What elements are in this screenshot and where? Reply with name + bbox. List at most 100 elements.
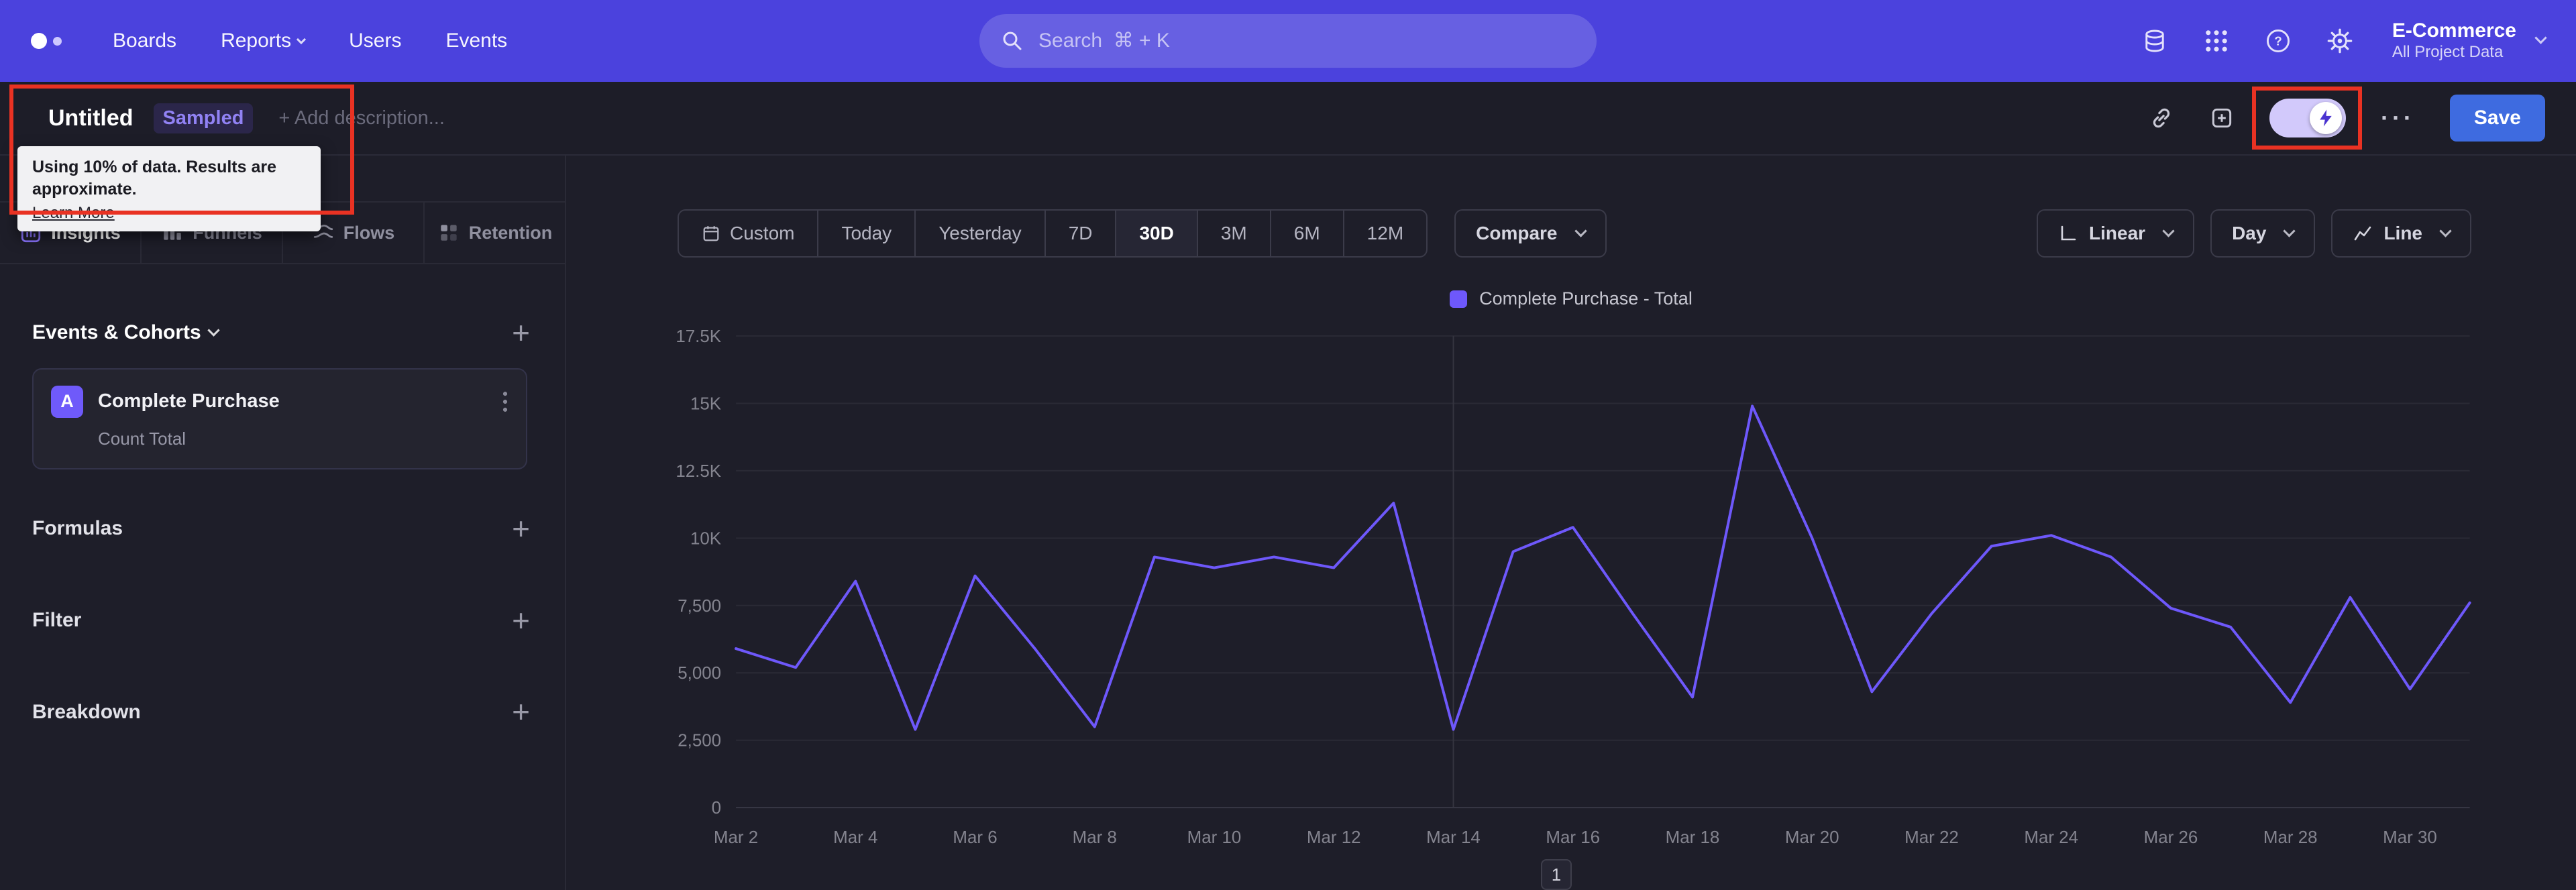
y-axis-label: 17.5K — [676, 327, 721, 346]
chevron-down-icon — [2534, 32, 2547, 45]
range-6m[interactable]: 6M — [1271, 211, 1344, 256]
scale-button[interactable]: Linear — [2037, 209, 2195, 258]
search-input[interactable] — [1038, 30, 1575, 52]
topnav-items: Boards Reports Users Events — [113, 30, 507, 52]
range-label-custom: Custom — [730, 223, 795, 243]
project-selector[interactable]: E-Commerce All Project Data — [2392, 19, 2547, 62]
range-7d[interactable]: 7D — [1046, 211, 1117, 256]
range-label-yesterday: Yesterday — [938, 223, 1022, 243]
section-breakdown: Breakdown + — [32, 697, 530, 728]
range-30d[interactable]: 30D — [1116, 211, 1198, 256]
tab-label-retention: Retention — [468, 222, 553, 243]
y-axis-label: 12.5K — [676, 462, 721, 481]
add-filter-button[interactable]: + — [512, 605, 530, 636]
save-button[interactable]: Save — [2449, 95, 2545, 142]
section-label-filter: Filter — [32, 608, 82, 631]
x-axis-label: Mar 20 — [1785, 828, 1839, 847]
report-title[interactable]: Untitled — [48, 105, 133, 131]
event-options-icon[interactable] — [502, 389, 508, 414]
more-menu-button[interactable]: ··· — [2381, 106, 2415, 129]
copy-link-icon[interactable] — [2149, 105, 2174, 131]
x-axis-label: Mar 4 — [833, 828, 877, 847]
main-content: Custom Today Yesterday 7D 30D 3M 6M 12M Compare… — [566, 156, 2576, 890]
chart-type-button[interactable]: Line — [2331, 209, 2471, 258]
x-axis-label: Mar 16 — [1546, 828, 1600, 847]
range-label-6m: 6M — [1293, 223, 1320, 243]
y-axis-label: 0 — [712, 799, 721, 818]
event-badge: A — [51, 385, 83, 418]
chart-type-label: Line — [2383, 223, 2422, 243]
help-icon[interactable]: ? — [2265, 27, 2292, 54]
line-chart[interactable]: 0 2,500 5,000 7,500 10K 12.5K 15K 17.5K Mar 2 Mar… — [584, 316, 2529, 858]
chevron-down-icon — [2439, 224, 2452, 237]
range-today[interactable]: Today — [818, 211, 916, 256]
range-label-12m: 12M — [1366, 223, 1404, 243]
mixpanel-logo[interactable] — [31, 33, 62, 49]
nav-item-users[interactable]: Users — [349, 30, 401, 52]
x-axis-label: Mar 18 — [1666, 828, 1720, 847]
project-name: E-Commerce — [2392, 19, 2516, 42]
controls-left: Custom Today Yesterday 7D 30D 3M 6M 12M Compare — [678, 209, 1607, 258]
x-axis-label: Mar 22 — [1904, 828, 1959, 847]
add-breakdown-button[interactable]: + — [512, 697, 530, 728]
event-card[interactable]: A Complete Purchase Count Total — [32, 368, 527, 469]
svg-text:?: ? — [2274, 35, 2282, 49]
range-yesterday[interactable]: Yesterday — [916, 211, 1046, 256]
retention-icon — [437, 221, 460, 244]
nav-item-events[interactable]: Events — [445, 30, 507, 52]
date-range-control: Custom Today Yesterday 7D 30D 3M 6M 12M — [678, 209, 1428, 258]
range-label-today: Today — [841, 223, 892, 243]
chart-legend: Complete Purchase - Total — [566, 288, 2576, 309]
x-axis-label: Mar 14 — [1426, 828, 1481, 847]
sampling-toggle[interactable] — [2269, 99, 2346, 137]
event-card-row: A Complete Purchase — [51, 385, 508, 418]
query-sidebar: Insights Funnels Flows Retention Events & C… — [0, 156, 566, 890]
range-label-7d: 7D — [1068, 223, 1093, 243]
chevron-down-icon — [297, 34, 307, 44]
search-icon — [1001, 30, 1024, 52]
range-custom[interactable]: Custom — [679, 211, 819, 256]
compare-button[interactable]: Compare — [1454, 209, 1607, 258]
nav-item-boards[interactable]: Boards — [113, 30, 176, 52]
add-formulas-button[interactable]: + — [512, 513, 530, 544]
y-axis-label: 10K — [690, 529, 721, 548]
events-cohorts-title[interactable]: Events & Cohorts — [32, 321, 220, 344]
project-subtitle: All Project Data — [2392, 42, 2504, 61]
add-event-button[interactable]: + — [512, 317, 530, 348]
x-axis-label: Mar 24 — [2024, 828, 2078, 847]
search-bar[interactable] — [979, 14, 1597, 68]
logo-dot-large — [31, 33, 47, 49]
app-root: BoardsReportsUsersEvents ? E-Commerc — [0, 0, 2576, 890]
nav-item-reports[interactable]: Reports — [221, 30, 307, 52]
add-to-board-icon[interactable] — [2209, 105, 2235, 131]
controls-right: Linear Day Line — [2037, 209, 2471, 258]
page-number[interactable]: 1 — [1541, 859, 1572, 890]
add-description-field[interactable]: + Add description... — [278, 107, 444, 129]
topnav-right: ? E-Commerce All Project Data — [2141, 19, 2547, 62]
event-name[interactable]: Complete Purchase — [98, 390, 280, 412]
lightning-icon — [2316, 108, 2336, 128]
settings-gear-icon[interactable] — [2326, 27, 2353, 54]
series-line-complete-purchase[interactable] — [735, 404, 2471, 731]
sampling-tooltip: Using 10% of data. Results are approxima… — [17, 146, 321, 231]
range-3m[interactable]: 3M — [1198, 211, 1271, 256]
project-text: E-Commerce All Project Data — [2392, 19, 2516, 62]
section-formulas: Formulas + — [32, 513, 530, 544]
section-label-formulas: Formulas — [32, 517, 123, 540]
tooltip-learn-more-link[interactable]: Learn More — [32, 204, 115, 223]
chevron-down-icon — [2283, 224, 2296, 237]
chevron-down-icon — [1574, 224, 1587, 237]
granularity-button[interactable]: Day — [2210, 209, 2316, 258]
apps-grid-icon[interactable] — [2203, 27, 2230, 54]
data-sources-icon[interactable] — [2141, 27, 2168, 54]
x-axis-label: Mar 8 — [1073, 828, 1117, 847]
top-navbar: BoardsReportsUsersEvents ? E-Commerc — [0, 0, 2576, 82]
tab-retention[interactable]: Retention — [425, 203, 565, 263]
tooltip-text: Using 10% of data. Results are approxima… — [32, 158, 277, 199]
legend-swatch — [1450, 290, 1468, 308]
sampled-badge[interactable]: Sampled — [153, 103, 254, 133]
x-axis-label: Mar 10 — [1187, 828, 1242, 847]
range-12m[interactable]: 12M — [1344, 211, 1426, 256]
range-label-3m: 3M — [1220, 223, 1247, 243]
event-metric[interactable]: Count Total — [98, 429, 508, 449]
